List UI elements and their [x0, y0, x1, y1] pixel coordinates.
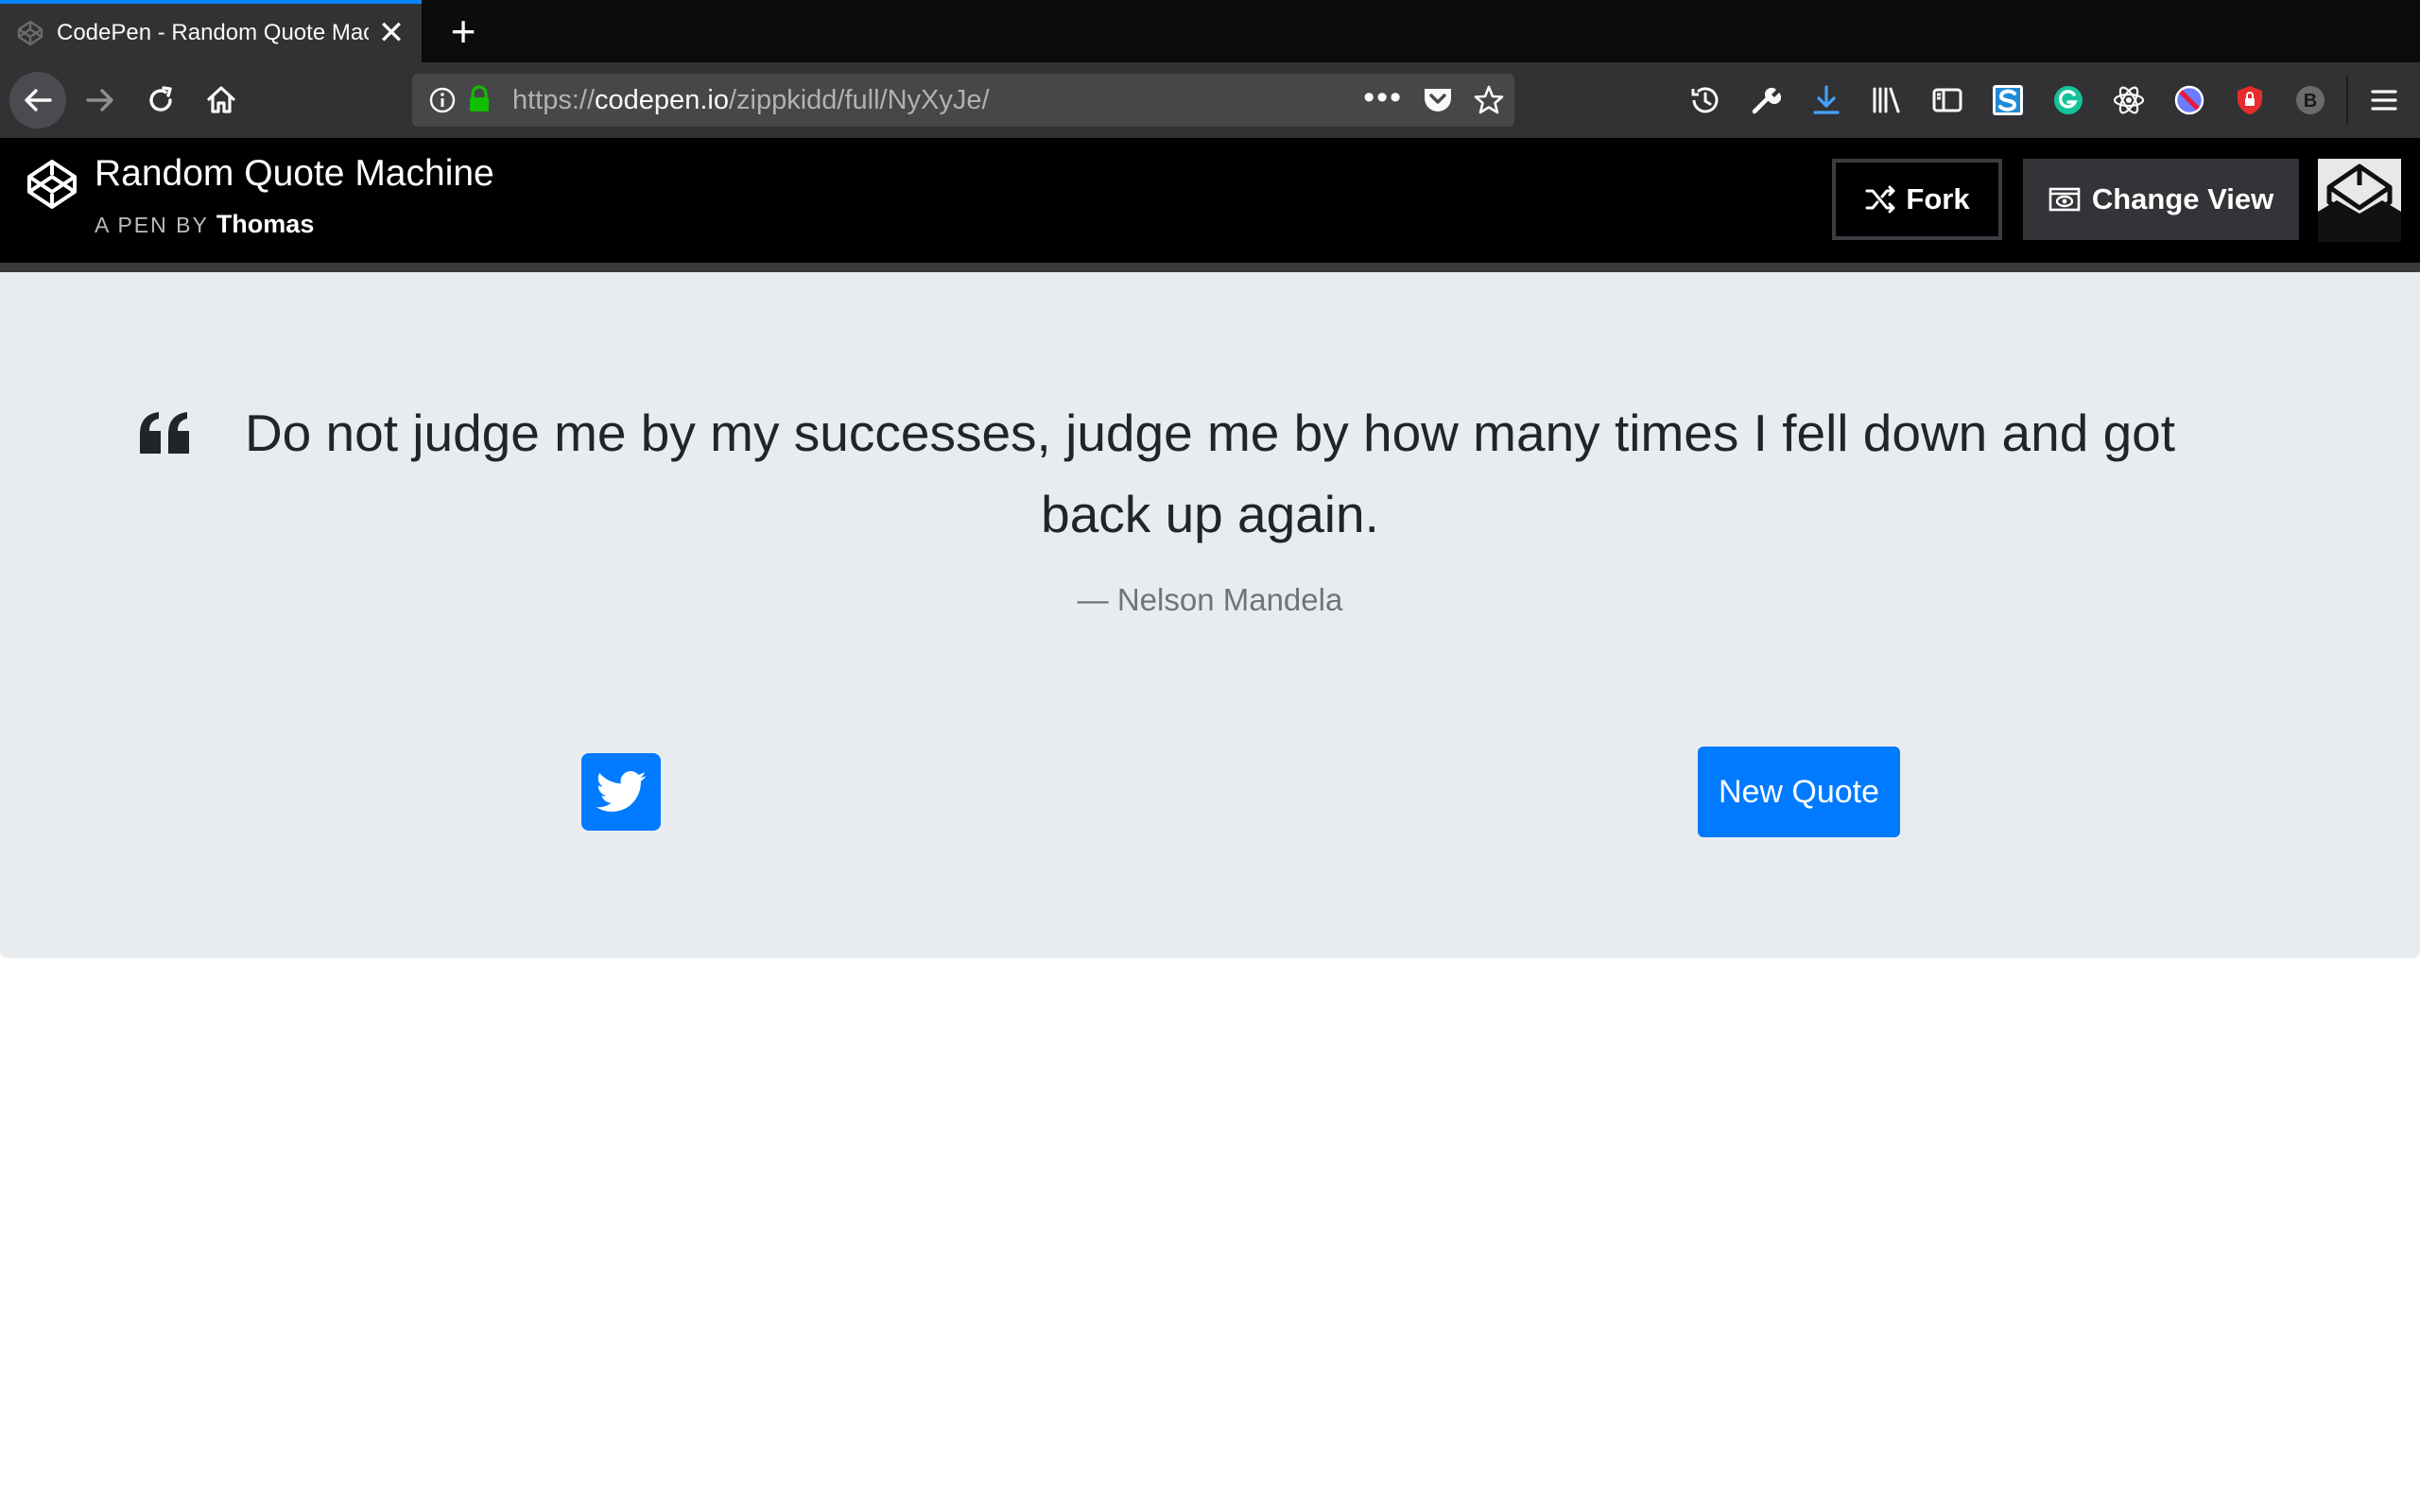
secure-lock-icon [467, 85, 492, 118]
new-quote-button[interactable]: New Quote [1698, 747, 1900, 837]
new-tab-button[interactable]: + [437, 4, 490, 59]
twitter-icon [596, 771, 647, 812]
byline-prefix: A PEN BY [95, 213, 209, 237]
url-text[interactable]: https://codepen.io/zippkidd/full/NyXyJe/ [512, 74, 990, 127]
change-view-label: Change View [2091, 182, 2274, 215]
pocket-icon[interactable] [1422, 85, 1454, 120]
url-bar[interactable]: https://codepen.io/zippkidd/full/NyXyJe/… [412, 74, 1514, 127]
block-extension-icon[interactable] [2169, 79, 2210, 121]
avatar-image [2318, 159, 2401, 242]
fork-button[interactable]: Fork [1832, 159, 2002, 240]
home-icon [207, 86, 235, 113]
bookmark-star-icon[interactable] [1473, 84, 1505, 121]
view-eye-icon [2048, 187, 2081, 212]
sidebar-icon[interactable] [1927, 79, 1968, 121]
tab-title: CodePen - Random Quote Machine [57, 20, 369, 45]
home-button[interactable] [193, 72, 250, 129]
forward-button[interactable] [72, 72, 129, 129]
wrench-icon[interactable] [1745, 79, 1787, 121]
author-link[interactable]: Thomas [216, 210, 315, 238]
page-actions-menu-icon[interactable]: ••• [1363, 74, 1403, 127]
history-icon[interactable] [1685, 79, 1726, 121]
pen-title: Random Quote Machine [95, 153, 494, 194]
avatar[interactable] [2318, 159, 2401, 242]
active-tab[interactable]: CodePen - Random Quote Machine ✕ [0, 0, 422, 62]
codepen-header: Random Quote Machine A PEN BY Thomas For… [0, 138, 2420, 263]
codepen-logo-icon[interactable] [26, 159, 78, 215]
tweet-quote-button[interactable] [581, 753, 661, 831]
svg-text:B: B [2304, 91, 2317, 112]
toolbar-divider [2346, 76, 2348, 125]
back-arrow-icon [25, 89, 52, 112]
reload-button[interactable] [132, 72, 189, 129]
grammarly-extension-icon[interactable] [2048, 79, 2089, 121]
back-button[interactable] [9, 72, 66, 129]
quote-left-icon [140, 412, 191, 454]
quote-text: Do not judge me by my successes, judge m… [244, 404, 2176, 543]
download-icon[interactable] [1806, 79, 1847, 121]
info-icon[interactable] [429, 87, 456, 118]
b-extension-icon[interactable]: B [2290, 79, 2331, 121]
privacy-badger-icon[interactable] [2229, 79, 2271, 121]
library-icon[interactable] [1866, 79, 1908, 121]
reload-icon [149, 86, 172, 112]
change-view-button[interactable]: Change View [2023, 159, 2299, 240]
fork-label: Fork [1906, 182, 1970, 215]
header-bottom-border [0, 263, 2420, 272]
navigation-toolbar: https://codepen.io/zippkidd/full/NyXyJe/… [0, 62, 2420, 138]
pen-byline: A PEN BY Thomas [95, 210, 314, 239]
hamburger-menu-icon[interactable] [2363, 79, 2405, 121]
tab-strip: CodePen - Random Quote Machine ✕ + [0, 0, 2420, 62]
tab-close-icon[interactable]: ✕ [374, 17, 408, 49]
stylus-extension-icon[interactable] [1987, 79, 2029, 121]
quote-author: — Nelson Mandela [1077, 582, 1343, 617]
fork-icon [1865, 185, 1895, 214]
react-devtools-icon[interactable] [2108, 79, 2150, 121]
codepen-favicon-icon [15, 18, 45, 48]
forward-arrow-icon [86, 89, 113, 112]
